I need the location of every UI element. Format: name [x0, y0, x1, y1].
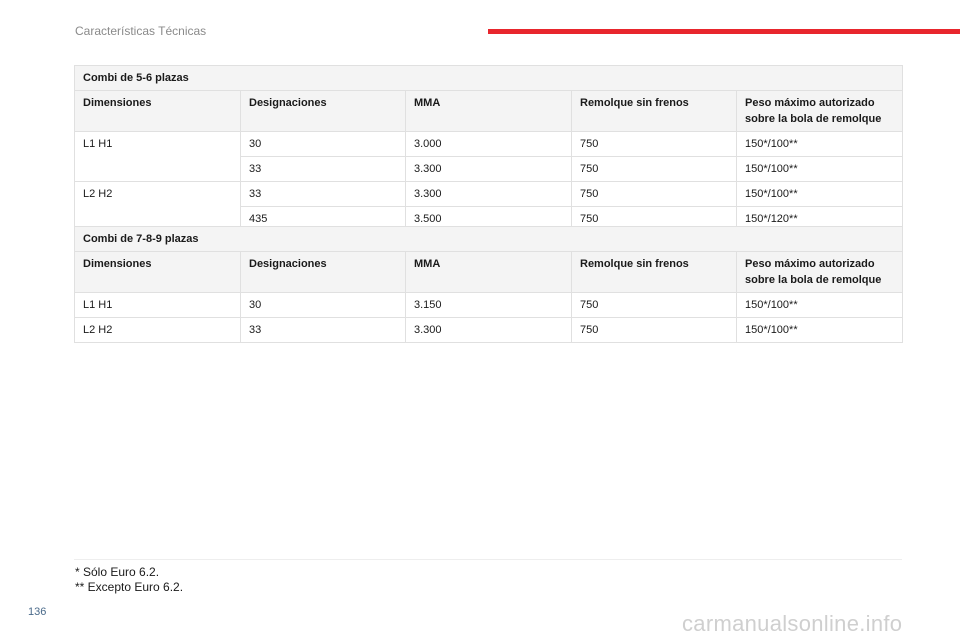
mma-cell: 3.300	[405, 181, 572, 207]
spec-table-7-8-9-seats: Combi de 7-8-9 plazas Dimensiones Design…	[73, 226, 904, 343]
designation-cell: 30	[240, 292, 406, 318]
column-header-designaciones: Designaciones	[240, 251, 406, 293]
trailer-cell: 750	[571, 292, 737, 318]
table-header-row: Dimensiones Designaciones MMA Remolque s…	[74, 90, 904, 132]
trailer-cell: 750	[571, 131, 737, 157]
designation-cell: 33	[240, 181, 406, 207]
column-header-mma: MMA	[405, 251, 572, 293]
column-header-designaciones: Designaciones	[240, 90, 406, 132]
designation-cell: 30	[240, 131, 406, 157]
column-header-remolque: Remolque sin frenos	[571, 251, 737, 293]
table-header-row: Dimensiones Designaciones MMA Remolque s…	[74, 251, 904, 293]
dimension-cell: L1 H1	[74, 292, 241, 318]
max-weight-cell: 150*/100**	[735, 317, 904, 343]
dimension-cell: L1 H1	[74, 131, 241, 157]
table-row: L1 H1 30 3.000 750 150*/100**	[74, 131, 904, 157]
table-row: L2 H2 33 3.300 750 150*/100**	[74, 317, 904, 343]
table-row: 33 3.300 750 150*/100**	[74, 156, 904, 182]
dimension-cell: L2 H2	[74, 181, 241, 207]
max-weight-cell: 150*/100**	[735, 181, 904, 207]
mma-cell: 3.150	[405, 292, 572, 318]
column-header-mma: MMA	[405, 90, 572, 132]
table-caption: Combi de 7-8-9 plazas	[73, 226, 904, 252]
mma-cell: 3.300	[405, 317, 572, 343]
trailer-cell: 750	[571, 317, 737, 343]
table-caption: Combi de 5-6 plazas	[73, 65, 904, 91]
column-header-peso-maximo: Peso máximo autorizado sobre la bola de …	[735, 90, 904, 132]
mma-cell: 3.300	[405, 156, 572, 182]
column-header-dimensiones: Dimensiones	[74, 251, 241, 293]
section-accent-bar	[488, 29, 960, 34]
designation-cell: 33	[240, 156, 406, 182]
page-number: 136	[28, 606, 47, 618]
max-weight-cell: 150*/100**	[735, 131, 904, 157]
footnote-euro-6-2-only: * Sólo Euro 6.2.	[75, 565, 160, 579]
max-weight-cell: 150*/100**	[735, 292, 904, 318]
watermark-text: carmanualsonline.info	[682, 611, 903, 636]
column-header-dimensiones: Dimensiones	[74, 90, 241, 132]
trailer-cell: 750	[571, 181, 737, 207]
spec-table-5-6-seats: Combi de 5-6 plazas Dimensiones Designac…	[73, 65, 904, 232]
column-header-remolque: Remolque sin frenos	[571, 90, 737, 132]
footnote-except-euro-6-2: ** Excepto Euro 6.2.	[75, 580, 184, 594]
dimension-cell-empty	[74, 156, 241, 182]
table-row: L2 H2 33 3.300 750 150*/100**	[74, 181, 904, 207]
column-header-peso-maximo: Peso máximo autorizado sobre la bola de …	[735, 251, 904, 293]
designation-cell: 33	[240, 317, 406, 343]
table-row: L1 H1 30 3.150 750 150*/100**	[74, 292, 904, 318]
section-title: Características Técnicas	[75, 24, 207, 38]
dimension-cell: L2 H2	[74, 317, 241, 343]
trailer-cell: 750	[571, 156, 737, 182]
max-weight-cell: 150*/100**	[735, 156, 904, 182]
mma-cell: 3.000	[405, 131, 572, 157]
footnote-divider	[74, 559, 902, 560]
